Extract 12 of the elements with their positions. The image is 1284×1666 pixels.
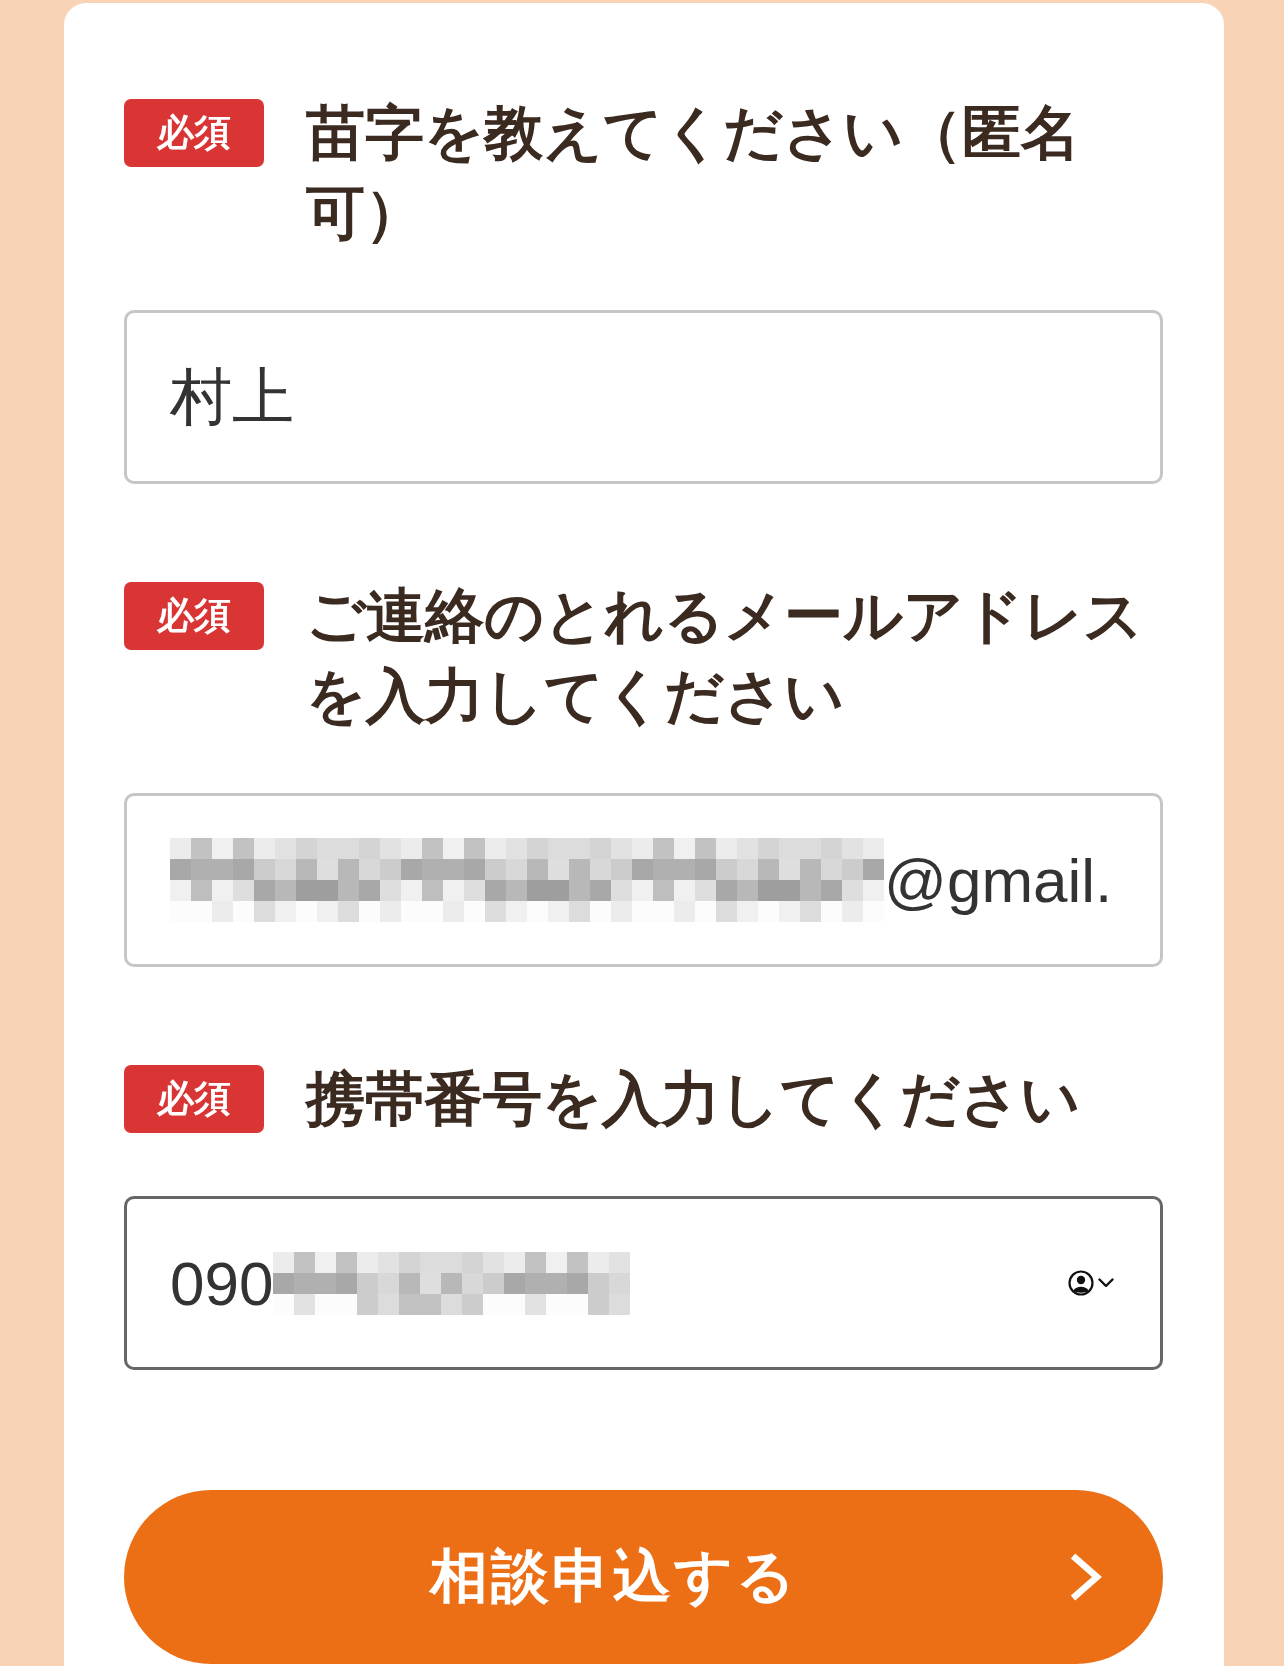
question-label: ご連絡のとれるメールアドレスを入力してください bbox=[306, 580, 1144, 732]
person-circle-icon[interactable] bbox=[1068, 1270, 1094, 1296]
required-badge: 必須 bbox=[124, 582, 264, 650]
question-label: 携帯番号を入力してください bbox=[306, 1063, 1081, 1135]
email-input[interactable]: @gmail. bbox=[124, 793, 1163, 967]
chevron-down-icon[interactable] bbox=[1098, 1278, 1114, 1288]
question-label: 苗字を教えてください（匿名可） bbox=[306, 97, 1081, 249]
text-input[interactable]: 村上 bbox=[124, 310, 1163, 484]
required-badge: 必須 bbox=[124, 99, 264, 167]
required-badge: 必須 bbox=[124, 1065, 264, 1133]
phone-input[interactable]: 090 bbox=[124, 1196, 1163, 1370]
chevron-right-icon bbox=[1069, 1552, 1103, 1602]
